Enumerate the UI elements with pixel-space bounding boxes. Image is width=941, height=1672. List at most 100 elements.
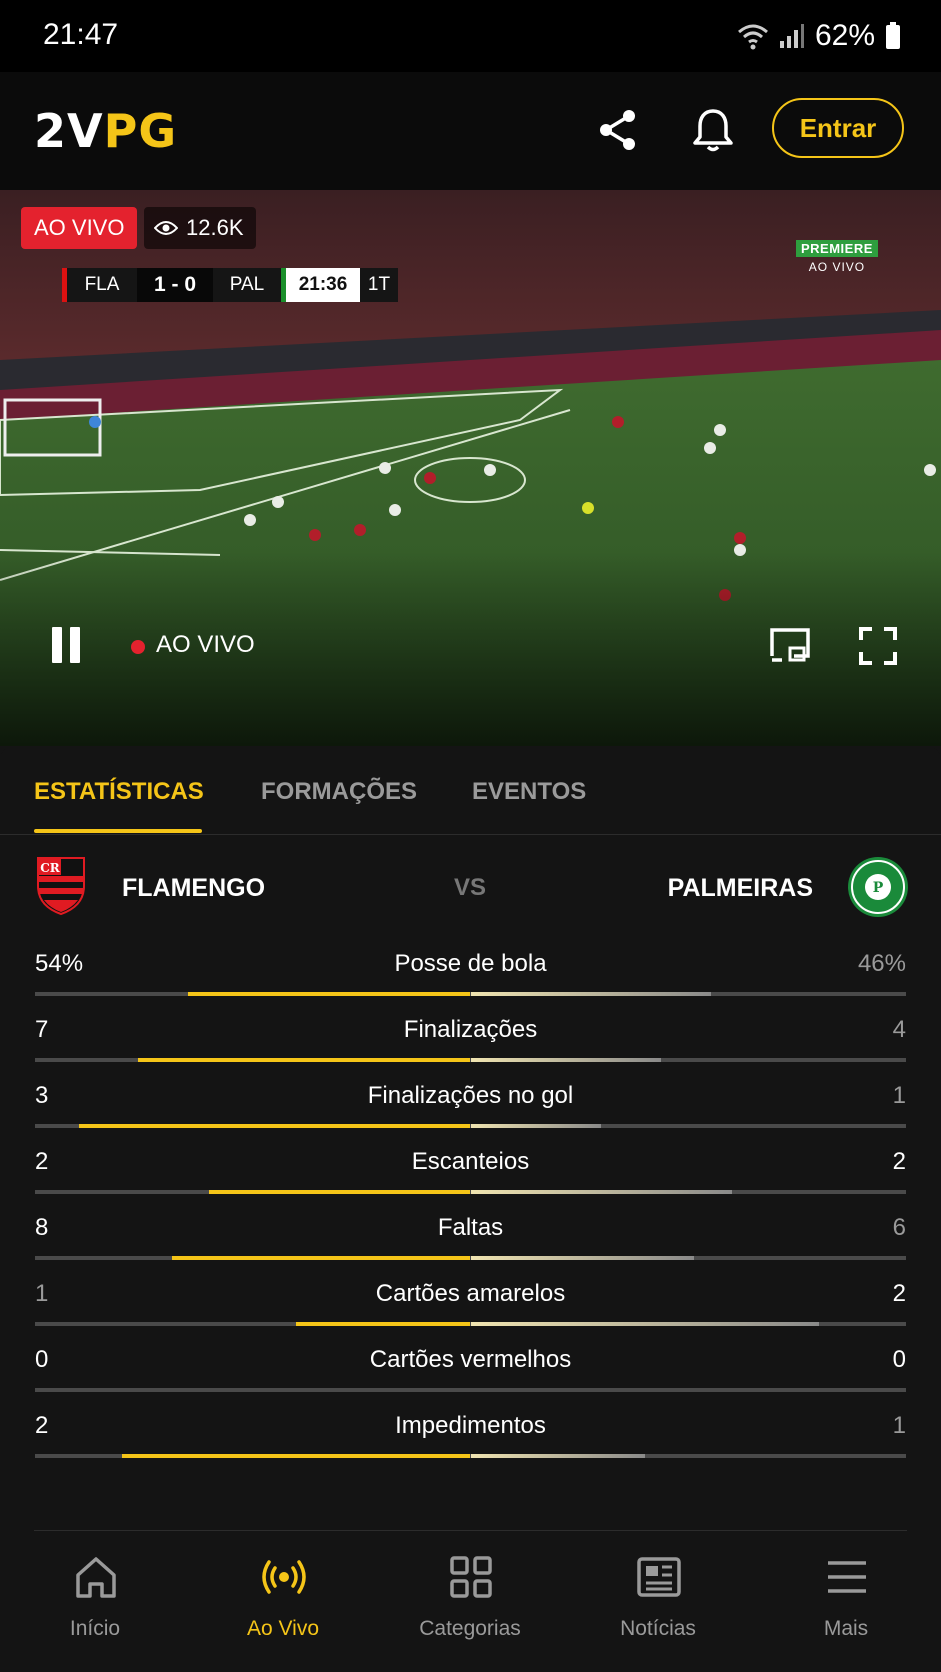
stat-row: 1 Cartões amarelos 2 <box>35 1280 906 1346</box>
stat-bar <box>35 992 906 996</box>
stat-label: Escanteios <box>411 1148 530 1175</box>
nav-label: Ao Vivo <box>247 1617 319 1640</box>
active-tab-indicator <box>34 829 202 833</box>
stat-away-value: 4 <box>892 1016 906 1043</box>
grid-icon <box>450 1556 492 1598</box>
score-value: 1 - 0 <box>137 268 213 302</box>
match-period: 1T <box>360 268 398 302</box>
tab-formacoes[interactable]: FORMAÇÕES <box>261 778 417 806</box>
stats-list: 54% Posse de bola 46% 7 Finalizações 4 3 Finali… <box>35 950 906 1478</box>
eye-icon <box>154 221 178 235</box>
app-header: 2VPG Entrar <box>0 72 941 190</box>
nav-item-ao-vivo[interactable]: Ao Vivo <box>203 1530 363 1672</box>
stat-bar-home <box>188 992 471 996</box>
status-bar: 21:47 62% <box>0 0 941 72</box>
stat-bar-home <box>78 1124 471 1128</box>
live-broadcast-icon <box>262 1560 306 1594</box>
stat-away-value: 2 <box>892 1280 906 1307</box>
stat-away-value: 0 <box>892 1346 906 1373</box>
nav-item-mais[interactable]: Mais <box>766 1530 926 1672</box>
stat-away-value: 1 <box>892 1082 906 1109</box>
channel-sub: AO VIVO <box>808 260 866 274</box>
stat-label: Finalizações no gol <box>367 1082 574 1109</box>
stat-bar <box>35 1454 906 1458</box>
stat-bar-home <box>171 1256 471 1260</box>
stat-bar-away <box>470 1124 602 1128</box>
teams-header: CR FLAMENGO VS PALMEIRAS P <box>0 856 941 920</box>
stat-bar <box>35 1058 906 1062</box>
stat-bar <box>35 1388 906 1392</box>
stat-row: 2 Impedimentos 1 <box>35 1412 906 1478</box>
match-panel: ESTATÍSTICAS FORMAÇÕES EVENTOS CR FLAMEN… <box>0 746 941 1534</box>
stat-bar-home <box>137 1058 471 1062</box>
stat-bar-away <box>470 1454 645 1458</box>
vs-label: VS <box>454 874 487 901</box>
svg-text:P: P <box>873 880 884 896</box>
stat-bar-away <box>470 1322 819 1326</box>
signal-icon <box>779 24 804 48</box>
stat-bar <box>35 1256 906 1260</box>
stat-label: Posse de bola <box>394 950 547 977</box>
nav-label: Notícias <box>620 1617 696 1640</box>
stat-away-value: 2 <box>892 1148 906 1175</box>
battery-icon <box>886 22 900 49</box>
nav-item-categorias[interactable]: Categorias <box>390 1530 550 1672</box>
stat-bar-home <box>122 1454 471 1458</box>
status-time: 21:47 <box>43 18 119 51</box>
video-player[interactable]: AO VIVO 12.6K FLA 1 - 0 PAL 21:36 1T PRE… <box>0 190 941 746</box>
stat-label: Impedimentos <box>395 1412 546 1439</box>
stat-row: 2 Escanteios 2 <box>35 1148 906 1214</box>
stat-bar <box>35 1322 906 1326</box>
login-button[interactable]: Entrar <box>772 98 904 158</box>
svg-text:CR: CR <box>40 861 61 875</box>
tab-bar: ESTATÍSTICAS FORMAÇÕES EVENTOS <box>0 746 941 835</box>
pause-icon[interactable] <box>50 627 84 667</box>
live-dot <box>131 640 145 654</box>
stat-label: Faltas <box>437 1214 504 1241</box>
stat-bar-home <box>296 1322 471 1326</box>
score-away-team: PAL <box>213 268 281 302</box>
stat-bar-away <box>470 1058 661 1062</box>
newspaper-icon <box>637 1557 681 1597</box>
stat-label: Cartões vermelhos <box>369 1346 572 1373</box>
tab-estatisticas[interactable]: ESTATÍSTICAS <box>34 778 204 806</box>
stat-row: 54% Posse de bola 46% <box>35 950 906 1016</box>
home-icon <box>76 1557 116 1598</box>
scoreboard: FLA 1 - 0 PAL 21:36 1T <box>62 268 398 302</box>
stat-label: Cartões amarelos <box>375 1280 566 1307</box>
wifi-icon <box>737 24 768 50</box>
stat-bar-away <box>470 1190 732 1194</box>
viewer-count: 12.6K <box>144 207 256 249</box>
stat-row: 0 Cartões vermelhos 0 <box>35 1346 906 1412</box>
stat-bar-away <box>470 992 711 996</box>
stat-row: 3 Finalizações no gol 1 <box>35 1082 906 1148</box>
share-icon[interactable] <box>594 106 642 154</box>
nav-label: Início <box>69 1617 121 1640</box>
channel-name: PREMIERE <box>796 240 878 257</box>
bottom-nav: Início Ao Vivo Categorias Notícias Mais <box>0 1530 941 1672</box>
nav-item-noticias[interactable]: Notícias <box>578 1530 738 1672</box>
fullscreen-icon[interactable] <box>858 626 898 666</box>
stat-away-value: 6 <box>892 1214 906 1241</box>
channel-logo: PREMIERE AO VIVO <box>796 240 878 274</box>
away-team-name: PALMEIRAS <box>667 874 813 902</box>
bell-icon[interactable] <box>689 106 737 154</box>
viewer-count-value: 12.6K <box>186 215 244 240</box>
home-team-name: FLAMENGO <box>122 874 266 902</box>
stat-away-value: 1 <box>892 1412 906 1439</box>
nav-label: Mais <box>823 1617 869 1640</box>
palmeiras-crest-icon: P <box>848 857 908 917</box>
flamengo-crest-icon: CR <box>37 857 85 916</box>
status-icons: 62% <box>737 18 901 54</box>
picture-in-picture-icon[interactable] <box>768 626 812 666</box>
nav-item-inicio[interactable]: Início <box>15 1530 175 1672</box>
nav-label: Categorias <box>419 1617 521 1640</box>
menu-icon <box>828 1561 866 1593</box>
battery-percent: 62% <box>814 19 875 52</box>
stat-bar-home <box>209 1190 471 1194</box>
stat-row: 8 Faltas 6 <box>35 1214 906 1280</box>
stat-label: Finalizações <box>403 1016 538 1043</box>
stat-bar <box>35 1124 906 1128</box>
tab-eventos[interactable]: EVENTOS <box>472 778 586 806</box>
app-logo[interactable]: 2VPG <box>34 108 177 154</box>
